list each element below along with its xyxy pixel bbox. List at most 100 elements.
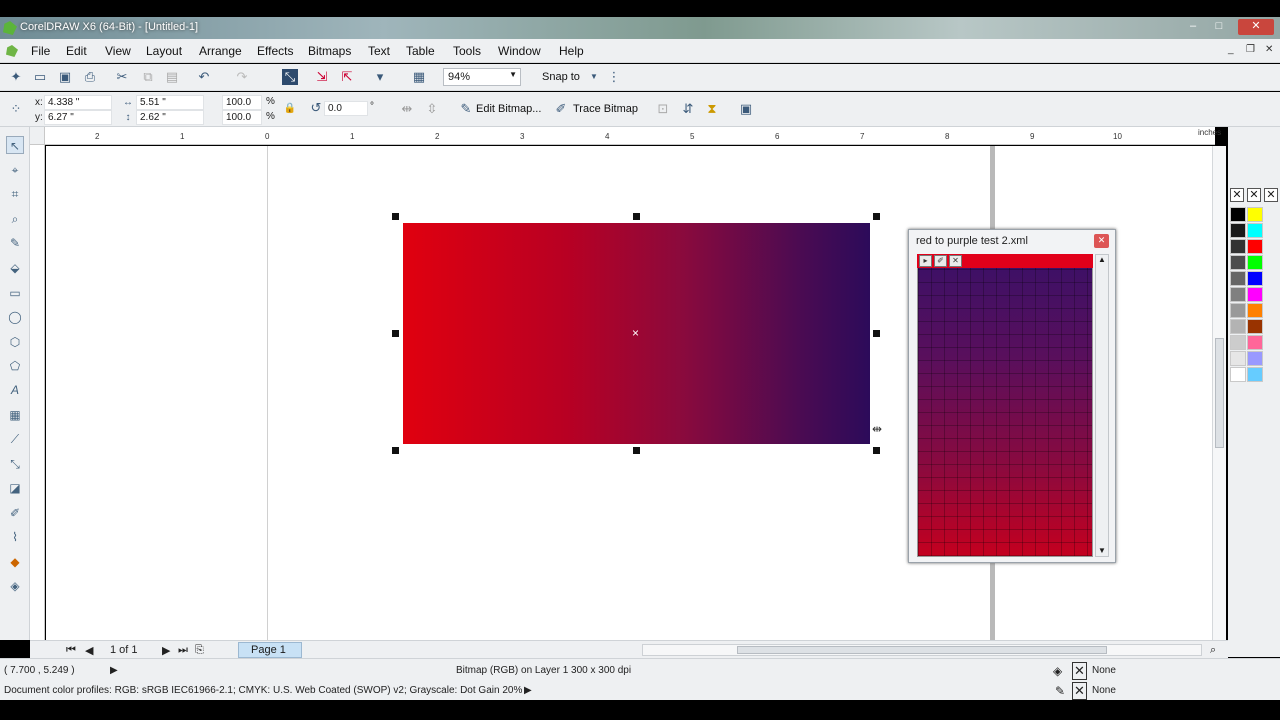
palette-color-swatch[interactable] (1230, 319, 1246, 334)
palette-no-fill-swatch[interactable]: ✕ (1230, 188, 1244, 202)
palette-color-swatch[interactable] (1230, 223, 1246, 238)
width-field[interactable]: 5.51 " (136, 95, 204, 110)
zoom-level-combo[interactable]: 94% ▼ (443, 68, 521, 86)
application-launcher-icon[interactable]: ▾ (372, 69, 388, 85)
outline-tool-icon[interactable]: ⌇ (6, 528, 24, 546)
chevron-down-icon[interactable]: ▼ (1098, 546, 1106, 555)
open-icon[interactable]: ▭ (32, 69, 48, 85)
options-icon[interactable]: ⋮ (606, 69, 622, 85)
next-page-icon[interactable]: ▶ (162, 644, 170, 657)
search-content-icon[interactable]: ⤡ (282, 69, 298, 85)
docker-scrollbar[interactable]: ▲ ▼ (1095, 254, 1109, 557)
rotation-center-icon[interactable]: × (632, 326, 639, 340)
fill-none-swatch-icon[interactable]: ✕ (1072, 662, 1087, 680)
print-icon[interactable]: ⎙ (82, 69, 98, 85)
menu-tools[interactable]: Tools (453, 44, 481, 58)
y-position-field[interactable]: 6.27 " (44, 110, 112, 125)
close-button[interactable]: ✕ (1238, 19, 1274, 35)
zoom-navigator-icon[interactable]: ⌕ (1210, 644, 1216, 657)
blend-tool-icon[interactable]: ◪ (6, 479, 24, 497)
welcome-screen-icon[interactable]: ▦ (411, 69, 427, 85)
mirror-horizontal-icon[interactable]: ⇹ (399, 101, 415, 117)
zoom-tool-icon[interactable]: ⌕ (6, 210, 24, 228)
selection-handle-top-middle[interactable] (633, 213, 640, 220)
selection-handle-top-right[interactable] (873, 213, 880, 220)
palette-color-swatch[interactable] (1247, 351, 1263, 366)
palette-color-swatch[interactable] (1247, 367, 1263, 382)
horizontal-ruler[interactable]: 2 1 0 1 2 3 4 5 6 7 8 9 10 (45, 127, 1215, 145)
palette-color-swatch[interactable] (1247, 207, 1263, 222)
pick-tool-icon[interactable]: ↖ (6, 136, 24, 154)
first-page-icon[interactable]: ⏮ (66, 644, 76, 657)
minimize-button[interactable]: – (1181, 19, 1205, 35)
no-color-icon[interactable]: ✕ (949, 255, 962, 267)
x-position-field[interactable]: 4.338 " (44, 95, 112, 110)
selection-handle-bottom-middle[interactable] (633, 447, 640, 454)
chevron-up-icon[interactable]: ▲ (1098, 255, 1106, 264)
connector-tool-icon[interactable]: ⤡ (6, 455, 24, 473)
bitmap-color-mask-icon[interactable]: ⧗ (704, 101, 720, 117)
selection-handle-top-left[interactable] (392, 213, 399, 220)
export-icon[interactable]: ⇱ (339, 69, 355, 85)
mirror-vertical-icon[interactable]: ⇳ (424, 101, 440, 117)
redo-icon[interactable]: ↷ (234, 69, 250, 85)
shape-tool-icon[interactable]: ⌖ (6, 161, 24, 179)
paste-icon[interactable]: ▤ (164, 69, 180, 85)
palette-color-swatch[interactable] (1230, 255, 1246, 270)
undo-icon[interactable]: ↶ (196, 69, 212, 85)
lock-ratio-icon[interactable]: 🔒 (282, 101, 298, 117)
text-tool-icon[interactable]: A (6, 381, 24, 399)
menu-effects[interactable]: Effects (257, 44, 293, 58)
menu-bitmaps[interactable]: Bitmaps (308, 44, 351, 58)
ellipse-tool-icon[interactable]: ◯ (6, 308, 24, 326)
palette-color-swatch[interactable] (1247, 255, 1263, 270)
ruler-corner[interactable] (30, 127, 45, 145)
palette-color-swatch[interactable] (1247, 303, 1263, 318)
status-arrow-icon[interactable]: ▶ (110, 665, 118, 676)
new-document-icon[interactable]: ✦ (8, 69, 24, 85)
basic-shapes-tool-icon[interactable]: ⬠ (6, 357, 24, 375)
menu-text[interactable]: Text (368, 44, 390, 58)
color-profiles-arrow-icon[interactable]: ▶ (524, 685, 532, 696)
save-icon[interactable]: ▣ (57, 69, 73, 85)
palette-color-swatch[interactable] (1247, 287, 1263, 302)
interactive-fill-tool-icon[interactable]: ◈ (6, 577, 24, 595)
smart-fill-tool-icon[interactable]: ⬙ (6, 259, 24, 277)
vertical-scrollbar[interactable] (1212, 146, 1226, 640)
resample-icon[interactable]: ⇵ (680, 101, 696, 117)
menu-arrange[interactable]: Arrange (199, 44, 242, 58)
selection-handle-middle-left[interactable] (392, 330, 399, 337)
palette-color-swatch[interactable] (1247, 239, 1263, 254)
menu-window[interactable]: Window (498, 44, 541, 58)
doc-close-icon[interactable]: ✕ (1265, 44, 1273, 55)
palette-color-swatch[interactable] (1230, 271, 1246, 286)
palette-color-swatch[interactable] (1230, 335, 1246, 350)
palette-swatch-grid[interactable] (917, 254, 1093, 557)
trace-bitmap-button[interactable]: Trace Bitmap (573, 103, 638, 115)
palette-color-swatch[interactable] (1247, 223, 1263, 238)
doc-restore-icon[interactable]: ❐ (1246, 44, 1255, 55)
menu-table[interactable]: Table (406, 44, 435, 58)
snap-to-dropdown[interactable]: Snap to (542, 71, 580, 83)
maximize-button[interactable]: □ (1207, 19, 1231, 35)
selection-handle-middle-right[interactable] (873, 330, 880, 337)
doc-minimize-icon[interactable]: _ (1228, 44, 1234, 55)
palette-color-swatch[interactable] (1230, 239, 1246, 254)
palette-color-swatch[interactable] (1230, 287, 1246, 302)
prev-page-icon[interactable]: ◀ (85, 644, 93, 657)
cut-icon[interactable]: ✂ (114, 69, 130, 85)
polygon-tool-icon[interactable]: ⬡ (6, 333, 24, 351)
palette-color-swatch[interactable] (1230, 351, 1246, 366)
horizontal-scrollbar[interactable] (642, 644, 1202, 656)
menu-edit[interactable]: Edit (66, 44, 87, 58)
import-icon[interactable]: ⇲ (314, 69, 330, 85)
fill-tool-icon[interactable]: ◆ (6, 553, 24, 571)
dimension-tool-icon[interactable]: ⟋ (6, 430, 24, 448)
freehand-tool-icon[interactable]: ✎ (6, 234, 24, 252)
color-profiles[interactable]: Document color profiles: RGB: sRGB IEC61… (4, 685, 522, 696)
palette-color-swatch[interactable] (1247, 335, 1263, 350)
menu-view[interactable]: View (105, 44, 131, 58)
palette-color-swatch[interactable] (1230, 303, 1246, 318)
scroll-thumb[interactable] (1215, 338, 1224, 448)
palette-color-swatch[interactable] (1247, 271, 1263, 286)
